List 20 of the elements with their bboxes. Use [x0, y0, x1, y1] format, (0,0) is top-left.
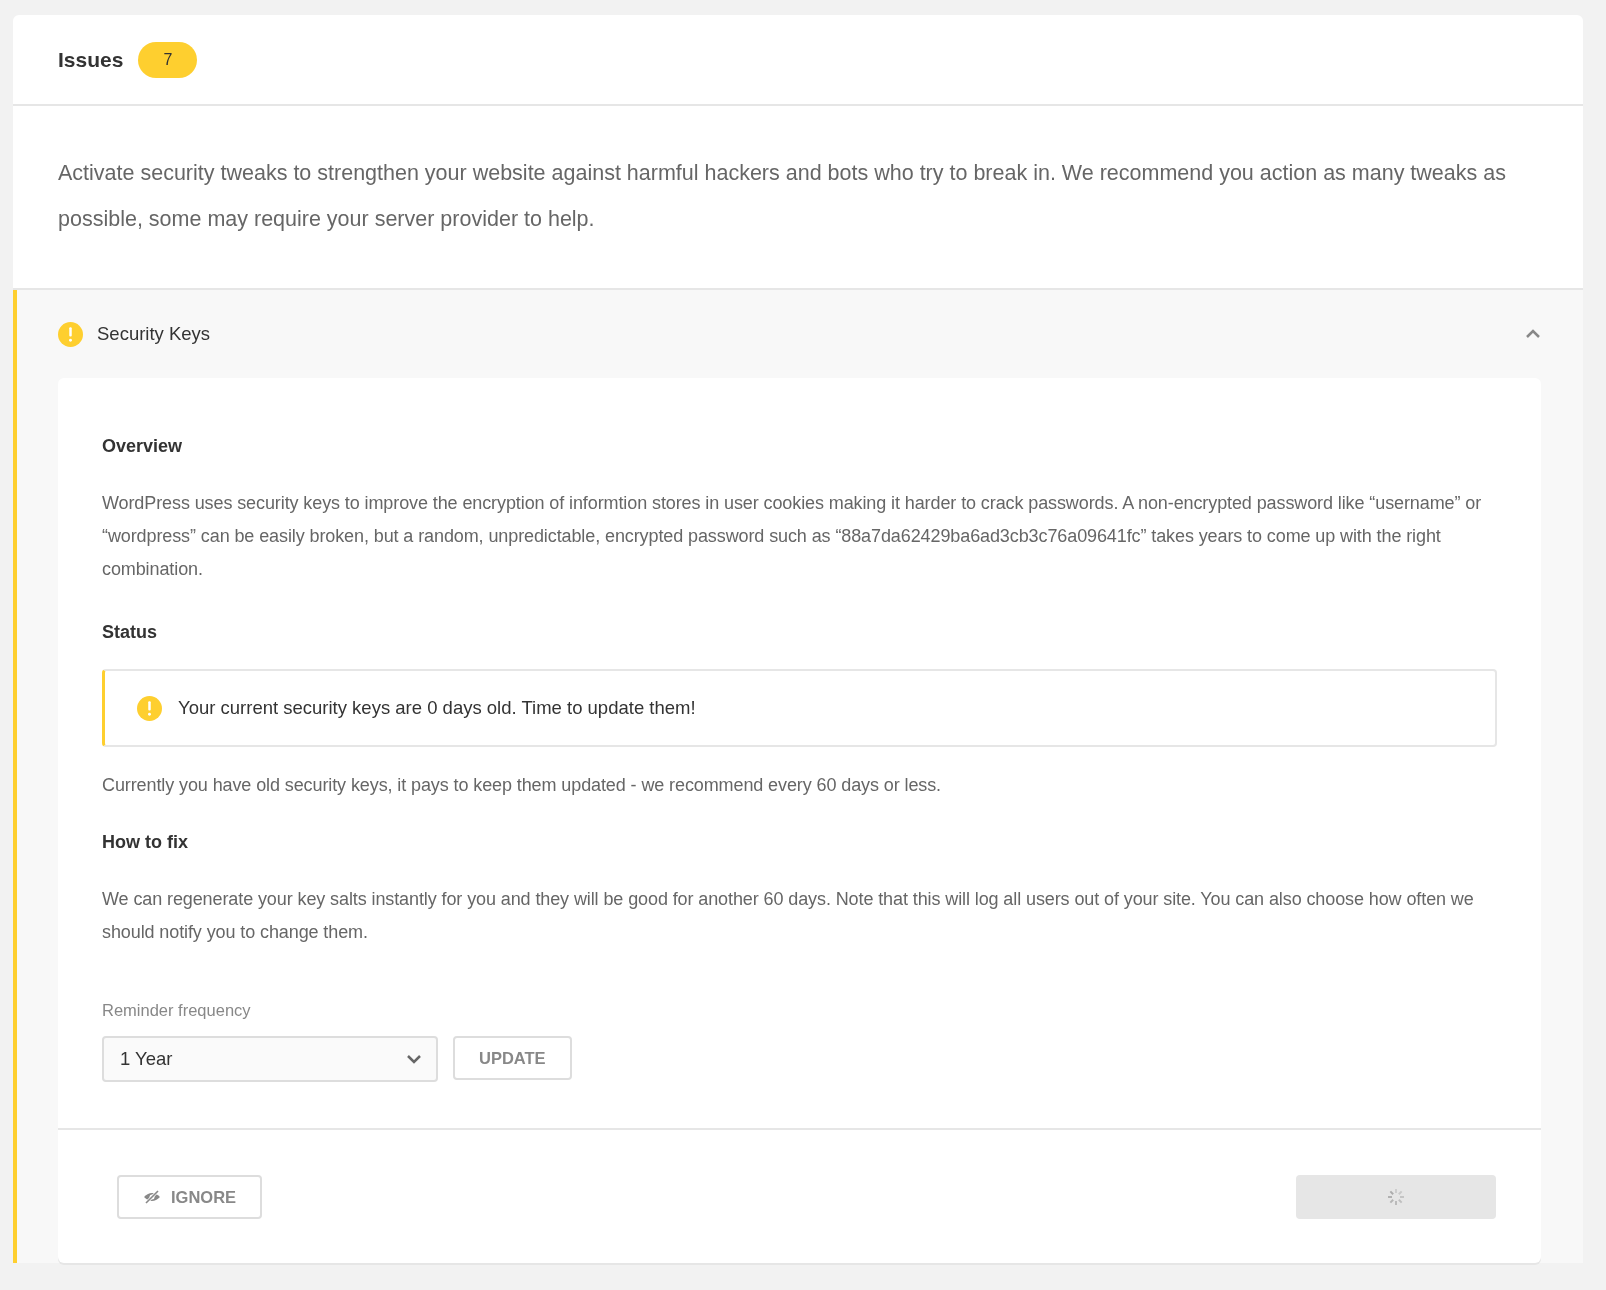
- issues-title: Issues: [58, 47, 124, 72]
- ignore-button[interactable]: IGNORE: [117, 1175, 263, 1219]
- issues-count-badge: 7: [138, 41, 198, 78]
- status-text: Currently you have old security keys, it pays to keep them updated - we recommend every 60 days or less.: [102, 774, 942, 797]
- fix-heading: How to fix: [102, 832, 189, 853]
- warning-icon: [58, 321, 83, 347]
- overview-text: WordPress uses security keys to improve the encryption of informtion stores in user cookies making it harder to crack passwords. A non-encrypted password like “username” or “wordpress” can be easily broken, but a random, unpredictable, encrypted password such as “88a7da62429ba6ad3cb3c76a09641fc” takes years to come up with the right combination.: [102, 492, 1483, 581]
- issue-title[interactable]: Security Keys: [97, 323, 1511, 345]
- reminder-select[interactable]: 1 Year: [102, 1036, 438, 1082]
- eye-slash-icon: [143, 1190, 161, 1204]
- warning-icon: [137, 695, 162, 721]
- chevron-icon[interactable]: [1525, 329, 1541, 339]
- overview-heading: Overview: [102, 436, 184, 457]
- reminder-label: Reminder frequency: [102, 1001, 252, 1020]
- update-button[interactable]: UPDATE: [453, 1036, 572, 1080]
- chevron-down-icon: [406, 1054, 422, 1064]
- status-heading: Status: [102, 622, 158, 643]
- notice-text: Your current security keys are 0 days old. Time to update them!: [178, 697, 696, 719]
- fix-text: We can regenerate your key salts instantly for you and they will be good for another 60 days. Note that this will log all users out of your site. You can also choose how often we should notify you to change them.: [102, 888, 1475, 944]
- spinner-icon: [1386, 1187, 1406, 1207]
